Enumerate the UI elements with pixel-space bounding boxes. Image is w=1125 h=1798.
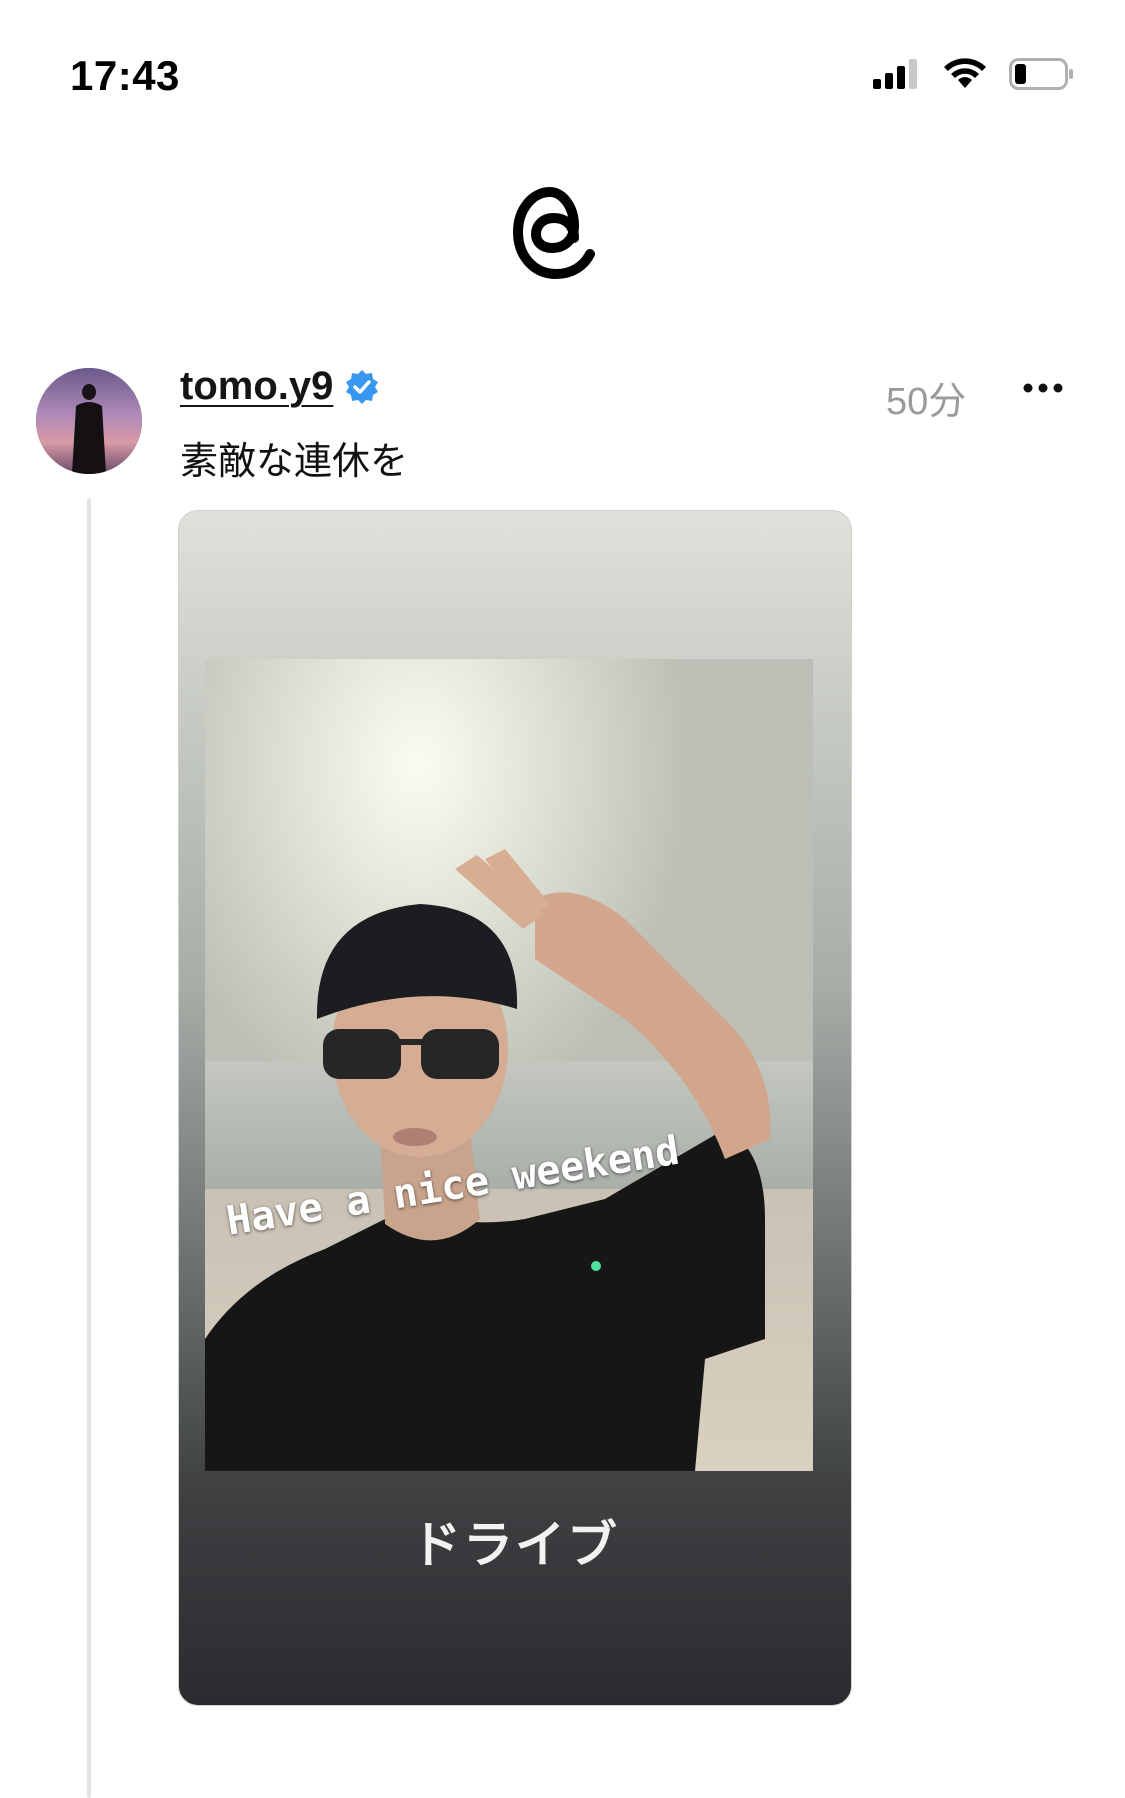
media-card[interactable]: Have a nice weekend ドライブ [178,510,852,1706]
media-card-label: ドライブ [411,1517,619,1573]
threads-logo-icon[interactable] [510,180,602,284]
post-photo[interactable]: Have a nice weekend [205,659,813,1471]
post-text: 素敵な連休を [180,441,409,483]
post-time: 50分 [886,381,967,423]
verified-badge-icon [346,369,379,404]
cellular-signal-icon [873,59,917,89]
status-icons [873,58,1075,90]
username[interactable]: tomo.y9 [180,364,333,409]
more-options-icon[interactable] [1022,382,1064,394]
avatar[interactable] [36,368,142,474]
status-time: 17:43 [70,52,180,99]
battery-icon [1009,58,1073,90]
status-bar: 17:43 [0,0,1125,150]
post-header: tomo.y9 [180,364,381,409]
wifi-icon [944,58,986,88]
thread-line [87,498,91,1798]
